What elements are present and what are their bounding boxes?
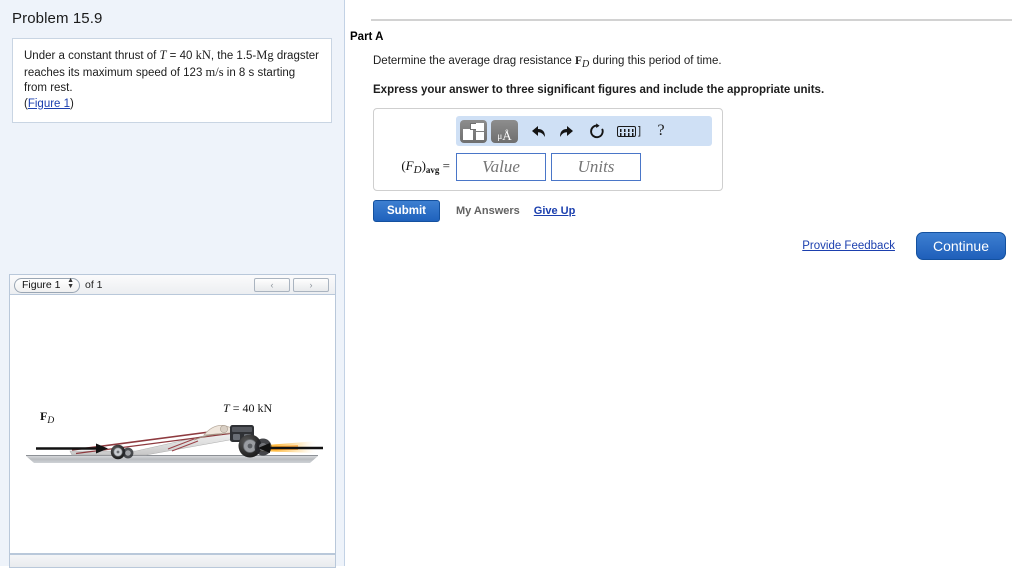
units-icon-angstrom: Å [502, 127, 512, 143]
problem-statement-box: Under a constant thrust of T = 40 kN, th… [12, 38, 332, 123]
footer-actions: Provide Feedback Continue [802, 232, 1006, 260]
answer-units-input[interactable] [551, 153, 641, 181]
units-icon[interactable]: μÅ [491, 119, 518, 143]
front-wheel-far [122, 447, 134, 459]
drag-force-symbol: F [575, 55, 583, 67]
figure-viewer-toolbar: Figure 1 ▲ ▼ of 1 ‹ › [10, 275, 335, 295]
question-suffix: during this period of time. [589, 55, 722, 67]
figure-link-close-paren: ) [70, 97, 74, 110]
thrust-label: T = 40 kN [223, 401, 273, 415]
ground-surface [26, 455, 318, 463]
page-title: Problem 15.9 [12, 10, 103, 27]
figure-canvas: FD T = 40 kN [10, 295, 335, 553]
keyboard-icon[interactable]: ] [612, 119, 646, 143]
part-label: Part A [350, 31, 384, 43]
statement-line2-suffix: in 8 s [223, 66, 255, 79]
provide-feedback-link[interactable]: Provide Feedback [802, 240, 895, 252]
figure-select[interactable]: Figure 1 [14, 277, 80, 293]
math-toolbar: μÅ] ? [456, 116, 712, 146]
statement-line1-prefix: Under a constant thrust of [24, 50, 160, 62]
problem-statement-text: Under a constant thrust of T = 40 kN, th… [24, 48, 320, 112]
figure-prev-button[interactable]: ‹ [254, 277, 290, 292]
figure-1-link[interactable]: Figure 1 [28, 98, 70, 110]
keyboard-glyph [616, 125, 636, 137]
statement-line1-mid: , the 1.5- [210, 50, 257, 62]
answer-instruction: Express your answer to three significant… [373, 84, 825, 96]
question-prefix: Determine the average drag resistance [373, 55, 575, 67]
unit-mg: Mg [256, 48, 274, 62]
answer-entry-widget: μÅ] ? (FD)avg = Value Units [373, 108, 723, 191]
help-icon[interactable]: ? [646, 119, 676, 143]
part-a-body: Determine the average drag resistance FD… [373, 54, 1003, 222]
part-a-panel: Part A Determine the average drag resist… [345, 0, 1024, 566]
answer-actions-row: Submit My Answers Give Up [373, 200, 1003, 222]
template-icon-shape-c [476, 122, 484, 131]
my-answers-link[interactable]: My Answers [456, 205, 520, 217]
statement-line1-eq: = 40 [166, 50, 196, 62]
template-icon[interactable] [460, 119, 487, 143]
keyboard-bracket: ] [637, 125, 642, 137]
figure-count-label: of 1 [85, 278, 103, 291]
answer-input-row: (FD)avg = [382, 153, 714, 181]
figure-select-wrapper: Figure 1 ▲ ▼ [14, 277, 80, 293]
undo-icon[interactable] [522, 119, 552, 143]
figure-nav-buttons: ‹ › [254, 277, 331, 292]
dragster-svg [26, 425, 323, 463]
template-icon-shape-d [476, 131, 484, 140]
drag-force-label: FD [40, 409, 55, 426]
figure-viewer: Figure 1 ▲ ▼ of 1 ‹ › FD T = 40 kN [9, 274, 336, 554]
unit-kn: kN [195, 48, 211, 62]
problem-sidebar: Problem 15.9 Under a constant thrust of … [0, 0, 345, 568]
question-text: Determine the average drag resistance FD… [373, 54, 1003, 72]
redo-icon[interactable] [552, 119, 582, 143]
template-icon-shape-a [463, 128, 473, 140]
give-up-link[interactable]: Give Up [534, 205, 576, 217]
problem-page: Problem 15.9 Under a constant thrust of … [0, 0, 1024, 568]
dragster-illustration: FD T = 40 kN [18, 401, 328, 478]
answer-label: (FD)avg = [401, 158, 450, 176]
unit-ms: m/s [205, 64, 224, 79]
submit-button[interactable]: Submit [373, 200, 440, 222]
reset-icon[interactable] [582, 119, 612, 143]
section-divider [371, 19, 1012, 21]
continue-button[interactable]: Continue [915, 232, 1006, 260]
answer-value-input[interactable] [456, 153, 546, 181]
figure-next-button[interactable]: › [293, 277, 329, 292]
